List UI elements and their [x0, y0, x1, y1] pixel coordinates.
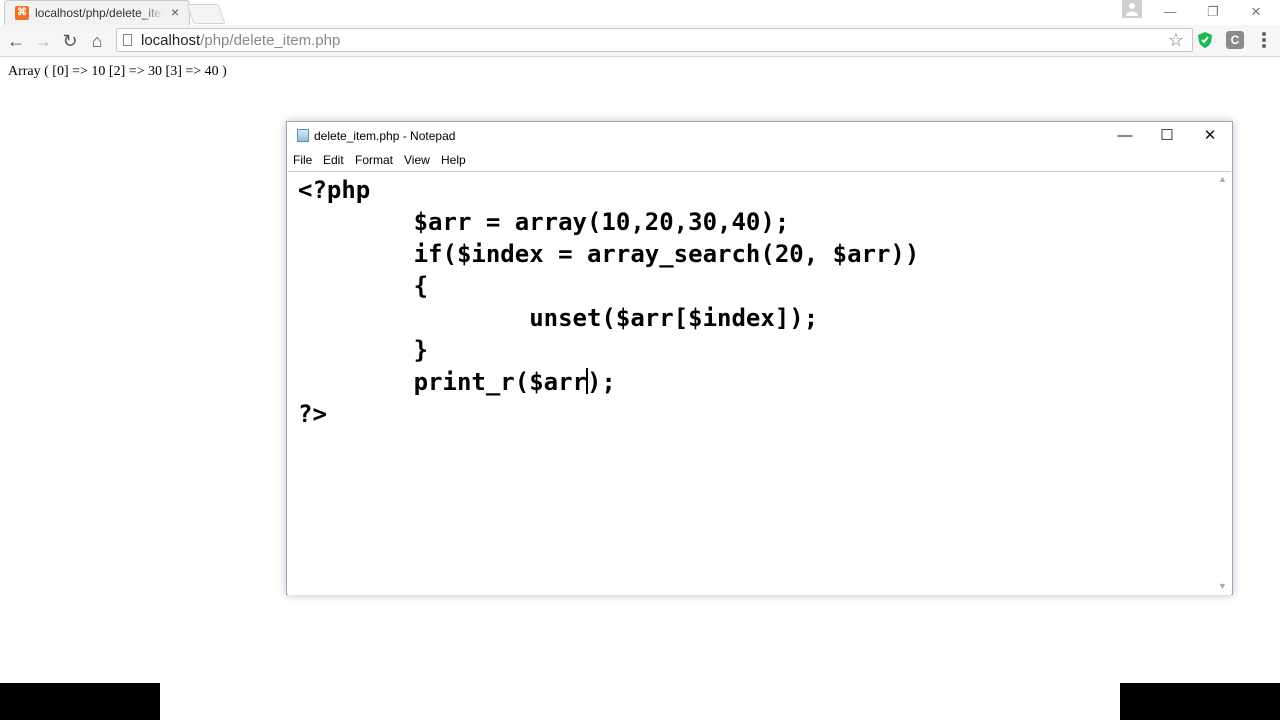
shield-extension-icon[interactable] — [1196, 31, 1214, 49]
notepad-text-area[interactable]: <?php $arr = array(10,20,30,40); if($ind… — [288, 171, 1231, 595]
letterbox-left — [0, 683, 160, 720]
tab-title: localhost/php/delete_item.php — [35, 6, 163, 20]
browser-minimize-button[interactable]: — — [1150, 0, 1190, 24]
page-icon — [123, 34, 132, 46]
code-line: { — [298, 272, 429, 300]
browser-tab[interactable]: ⌘ localhost/php/delete_item.php × — [4, 0, 190, 25]
notepad-maximize-button[interactable]: ☐ — [1145, 122, 1189, 150]
scroll-up-icon[interactable]: ▲ — [1218, 174, 1227, 184]
code-line: $arr = array(10,20,30,40); — [298, 208, 790, 236]
menu-help[interactable]: Help — [441, 153, 466, 167]
code-line: <?php — [298, 176, 371, 204]
notepad-menubar: File Edit Format View Help — [287, 150, 1232, 170]
browser-tabstrip: ⌘ localhost/php/delete_item.php × — ❐ ✕ — [0, 0, 1280, 25]
new-tab-button[interactable] — [186, 4, 226, 24]
notepad-icon — [297, 129, 309, 142]
notepad-titlebar[interactable]: delete_item.php - Notepad — ☐ ✕ — [287, 122, 1232, 150]
back-icon[interactable]: ← — [6, 31, 26, 51]
xampp-favicon-icon: ⌘ — [15, 6, 29, 20]
home-icon[interactable]: ⌂ — [87, 31, 107, 51]
address-bar[interactable]: localhost/php/delete_item.php ☆ — [116, 28, 1193, 52]
notepad-title: delete_item.php - Notepad — [314, 129, 456, 143]
menu-edit[interactable]: Edit — [323, 153, 344, 167]
profile-avatar[interactable] — [1122, 0, 1142, 18]
browser-toolbar: ← → ↻ ⌂ localhost/php/delete_item.php ☆ … — [0, 25, 1280, 57]
code-line: unset($arr[$index]); — [298, 304, 819, 332]
browser-close-button[interactable]: ✕ — [1236, 0, 1276, 24]
page-scrollbar[interactable] — [1266, 57, 1280, 681]
notepad-scrollbar[interactable]: ▲ ▼ — [1214, 172, 1231, 595]
letterbox-right — [1120, 683, 1280, 720]
code-line: if($index = array_search(20, $arr)) — [298, 240, 920, 268]
menu-file[interactable]: File — [293, 153, 312, 167]
notepad-close-button[interactable]: ✕ — [1188, 122, 1232, 150]
code-line: ?> — [298, 400, 327, 428]
code-content: <?php $arr = array(10,20,30,40); if($ind… — [298, 174, 919, 430]
url-text: localhost/php/delete_item.php — [141, 32, 341, 49]
user-icon — [1126, 3, 1138, 16]
code-line: print_r($arr); — [298, 368, 616, 396]
tab-close-icon[interactable]: × — [171, 4, 179, 20]
menu-format[interactable]: Format — [355, 153, 393, 167]
browser-menu-icon[interactable] — [1262, 31, 1268, 49]
browser-restore-button[interactable]: ❐ — [1193, 0, 1233, 24]
menu-view[interactable]: View — [404, 153, 430, 167]
bookmark-star-icon[interactable]: ☆ — [1168, 30, 1184, 51]
notepad-minimize-button[interactable]: — — [1103, 122, 1147, 150]
c-extension-icon[interactable]: C — [1226, 31, 1244, 49]
scroll-down-icon[interactable]: ▼ — [1218, 581, 1227, 591]
notepad-window: delete_item.php - Notepad — ☐ ✕ File Edi… — [286, 121, 1233, 595]
code-line: } — [298, 336, 429, 364]
forward-icon[interactable]: → — [33, 31, 53, 51]
reload-icon[interactable]: ↻ — [60, 31, 80, 51]
php-output-text: Array ( [0] => 10 [2] => 30 [3] => 40 ) — [8, 64, 227, 79]
